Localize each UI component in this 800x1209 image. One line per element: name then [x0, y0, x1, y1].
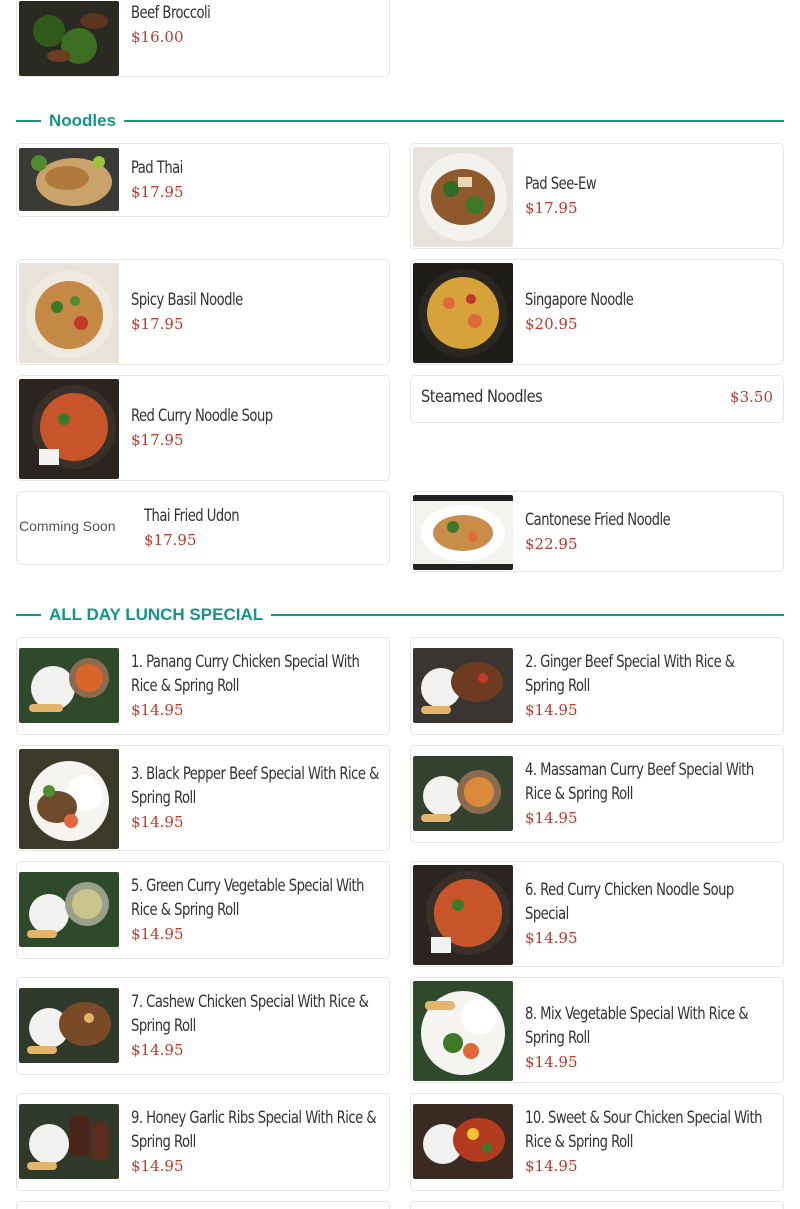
item-name: 9. Honey Garlic Ribs Special With Rice &… — [131, 1108, 377, 1152]
food-photo — [413, 756, 513, 831]
menu-item-lunch-1[interactable]: 1. Panang Curry Chicken Special With Ric… — [16, 637, 390, 735]
item-name: Steamed Noodles — [421, 387, 543, 407]
item-price: $14.95 — [131, 813, 184, 831]
item-price: $17.95 — [131, 183, 184, 201]
item-name: Spicy Basil Noodle — [131, 290, 243, 310]
item-name: Singapore Noodle — [525, 290, 634, 310]
menu-item-partial[interactable] — [410, 1201, 784, 1209]
item-name: Red Curry Noodle Soup — [131, 406, 273, 426]
image-placeholder: Comming Soon — [19, 518, 116, 534]
section-header-noodles: Noodles — [16, 109, 784, 133]
item-name: Beef Broccoli — [131, 3, 211, 23]
food-photo — [19, 988, 119, 1063]
menu-item-lunch-9[interactable]: 9. Honey Garlic Ribs Special With Rice &… — [16, 1093, 390, 1191]
item-price: $14.95 — [131, 701, 184, 719]
item-price: $17.95 — [131, 315, 184, 333]
food-photo — [19, 148, 119, 211]
food-photo — [19, 872, 119, 947]
menu-item-red-curry-noodle-soup[interactable]: Red Curry Noodle Soup $17.95 — [16, 375, 390, 481]
item-name: 8. Mix Vegetable Special With Rice & Spr… — [525, 1004, 749, 1048]
menu-item-spicy-basil-noodle[interactable]: Spicy Basil Noodle $17.95 — [16, 259, 390, 365]
food-photo — [413, 495, 513, 570]
item-name: Cantonese Fried Noodle — [525, 510, 671, 530]
item-name: 5. Green Curry Vegetable Special With Ri… — [131, 876, 364, 920]
food-photo — [413, 1104, 513, 1179]
food-photo — [19, 263, 119, 363]
item-price: $17.95 — [525, 199, 578, 217]
item-price: $3.50 — [730, 388, 773, 406]
item-name: Pad See-Ew — [525, 174, 597, 194]
item-name: 4. Massaman Curry Beef Special With Rice… — [525, 760, 754, 804]
food-photo — [19, 1104, 119, 1179]
menu-item-pad-see-ew[interactable]: Pad See-Ew $17.95 — [410, 143, 784, 249]
section-title: Noodles — [49, 109, 125, 133]
food-photo — [19, 749, 119, 849]
food-photo — [19, 379, 119, 479]
food-photo — [413, 648, 513, 723]
item-price: $16.00 — [131, 28, 184, 46]
menu-item-lunch-4[interactable]: 4. Massaman Curry Beef Special With Rice… — [410, 745, 784, 843]
item-price: $14.95 — [525, 809, 578, 827]
item-price: $14.95 — [131, 925, 184, 943]
food-photo — [19, 1, 119, 76]
food-photo — [413, 263, 513, 363]
menu-item-thai-fried-udon[interactable]: Comming Soon Thai Fried Udon $17.95 — [16, 491, 390, 565]
menu-item-lunch-5[interactable]: 5. Green Curry Vegetable Special With Ri… — [16, 861, 390, 959]
food-photo — [19, 648, 119, 723]
item-name: 3. Black Pepper Beef Special With Rice &… — [131, 764, 379, 808]
item-price: $14.95 — [131, 1157, 184, 1175]
item-name: Pad Thai — [131, 158, 183, 178]
menu-item-lunch-10[interactable]: 10. Sweet & Sour Chicken Special With Ri… — [410, 1093, 784, 1191]
item-name: 10. Sweet & Sour Chicken Special With Ri… — [525, 1108, 762, 1152]
menu-item-partial[interactable] — [16, 1201, 390, 1209]
menu-item-steamed-noodles[interactable]: Steamed Noodles $3.50 — [410, 375, 784, 423]
item-name: Thai Fried Udon — [144, 506, 240, 526]
food-photo — [413, 147, 513, 247]
item-price: $20.95 — [525, 315, 578, 333]
item-name: 6. Red Curry Chicken Noodle Soup Special — [525, 880, 734, 924]
food-photo — [413, 865, 513, 965]
menu-item-lunch-7[interactable]: 7. Cashew Chicken Special With Rice & Sp… — [16, 977, 390, 1075]
menu-item-lunch-8[interactable]: 8. Mix Vegetable Special With Rice & Spr… — [410, 977, 784, 1083]
menu-item-beef-broccoli[interactable]: Beef Broccoli $16.00 — [16, 0, 390, 77]
item-price: $22.95 — [525, 535, 578, 553]
menu-item-lunch-2[interactable]: 2. Ginger Beef Special With Rice & Sprin… — [410, 637, 784, 735]
section-title: ALL DAY LUNCH SPECIAL — [49, 603, 272, 627]
item-name: 1. Panang Curry Chicken Special With Ric… — [131, 652, 360, 696]
section-header-lunch-special: ALL DAY LUNCH SPECIAL — [16, 603, 784, 627]
food-photo — [413, 981, 513, 1081]
item-price: $14.95 — [525, 1053, 578, 1071]
item-price: $17.95 — [144, 531, 197, 549]
item-price: $14.95 — [525, 1157, 578, 1175]
item-name: 2. Ginger Beef Special With Rice & Sprin… — [525, 652, 735, 696]
item-name: 7. Cashew Chicken Special With Rice & Sp… — [131, 992, 369, 1036]
menu-item-singapore-noodle[interactable]: Singapore Noodle $20.95 — [410, 259, 784, 365]
menu-item-pad-thai[interactable]: Pad Thai $17.95 — [16, 143, 390, 217]
item-price: $14.95 — [131, 1041, 184, 1059]
item-price: $14.95 — [525, 929, 578, 947]
item-price: $17.95 — [131, 431, 184, 449]
item-price: $14.95 — [525, 701, 578, 719]
menu-item-lunch-3[interactable]: 3. Black Pepper Beef Special With Rice &… — [16, 745, 390, 851]
menu-item-cantonese-fried-noodle[interactable]: Cantonese Fried Noodle $22.95 — [410, 491, 784, 572]
menu-item-lunch-6[interactable]: 6. Red Curry Chicken Noodle Soup Special… — [410, 861, 784, 967]
